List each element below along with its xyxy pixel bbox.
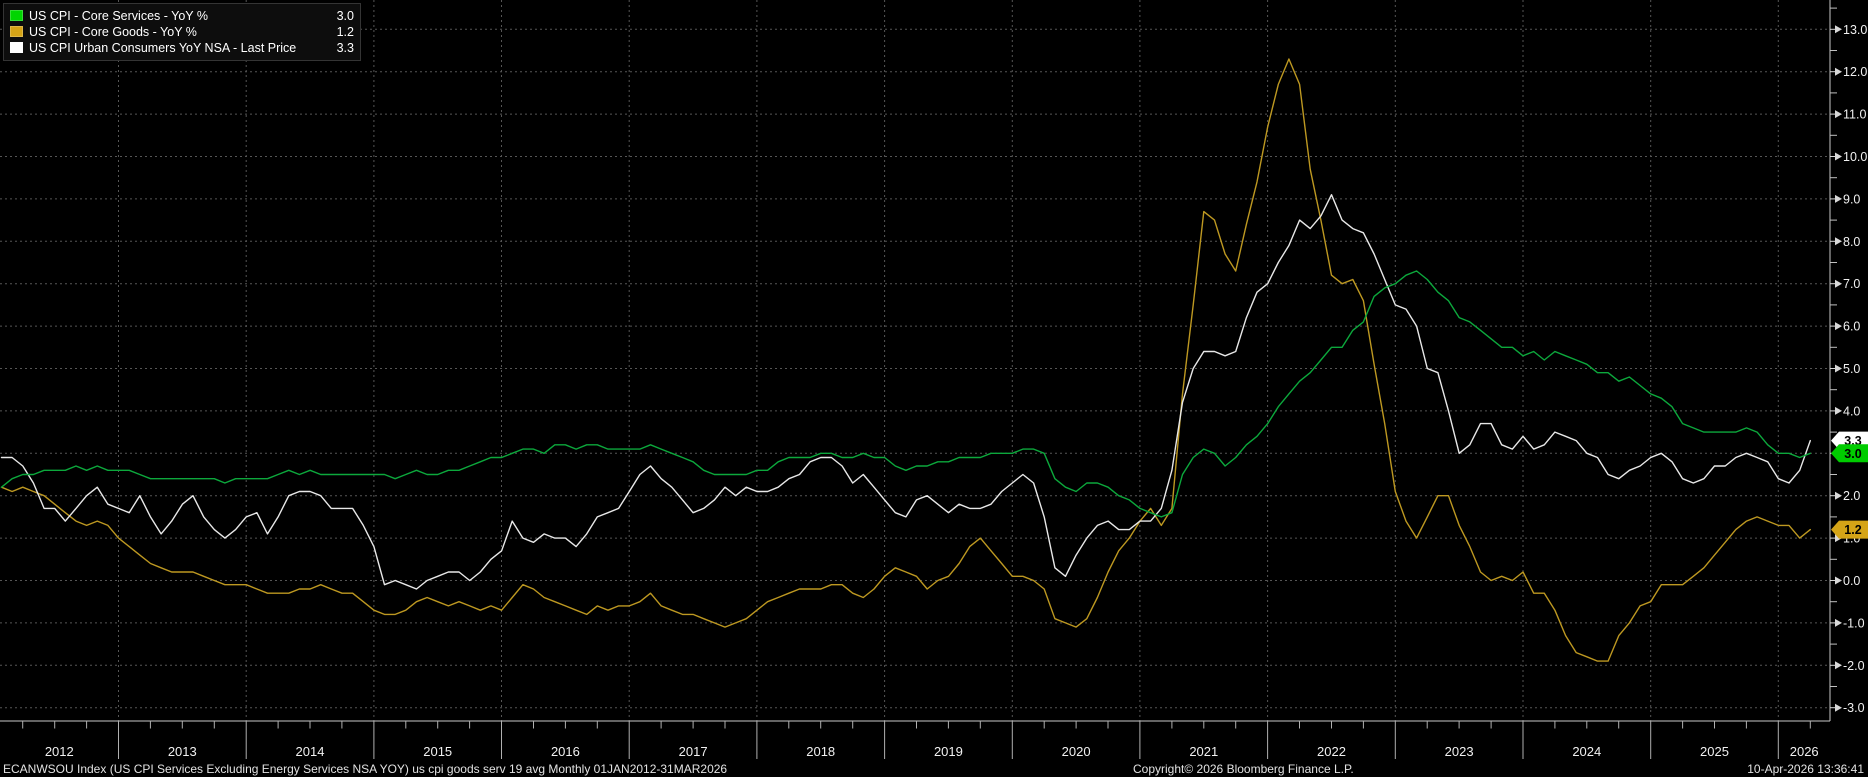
- chart-background: [0, 0, 1868, 777]
- x-tick-label: 2025: [1700, 744, 1729, 759]
- y-tick-label: 12.0: [1843, 65, 1867, 79]
- urban-consumers-swatch-icon: [10, 42, 23, 53]
- x-tick-label: 2016: [551, 744, 580, 759]
- y-tick-label: 6.0: [1843, 320, 1860, 334]
- core-services-swatch-icon: [10, 10, 23, 21]
- status-bar: ECANWSOU Index (US CPI Services Excludin…: [0, 761, 1868, 777]
- x-tick-label: 2018: [806, 744, 835, 759]
- y-tick-label: 11.0: [1843, 108, 1866, 122]
- legend-value: 1.2: [320, 25, 354, 39]
- legend-label: US CPI - Core Services - YoY %: [29, 9, 320, 23]
- legend-item-urban-consumers[interactable]: US CPI Urban Consumers YoY NSA - Last Pr…: [10, 40, 354, 55]
- x-tick-label: 2017: [679, 744, 708, 759]
- y-tick-label: 2.0: [1843, 489, 1860, 503]
- legend-item-core-goods[interactable]: US CPI - Core Goods - YoY % 1.2: [10, 24, 354, 39]
- x-tick-label: 2012: [45, 744, 74, 759]
- legend-value: 3.3: [320, 41, 354, 55]
- y-tick-label: -1.0: [1843, 616, 1865, 630]
- legend-value: 3.0: [320, 9, 354, 23]
- y-tick-label: 9.0: [1843, 192, 1860, 206]
- x-tick-label: 2020: [1062, 744, 1091, 759]
- y-tick-label: 7.0: [1843, 277, 1860, 291]
- y-tick-label: 10.0: [1843, 150, 1867, 164]
- legend-label: US CPI Urban Consumers YoY NSA - Last Pr…: [29, 41, 320, 55]
- cpi-line-chart[interactable]: 2012 2013 2014 2015 2016 2017 2018 2019 2020 2021…: [0, 0, 1868, 777]
- y-tick-label: -2.0: [1843, 659, 1865, 673]
- y-tick-label: 5.0: [1843, 362, 1860, 376]
- x-tick-label: 2021: [1189, 744, 1218, 759]
- x-tick-label: 2024: [1572, 744, 1601, 759]
- core-goods-swatch-icon: [10, 26, 23, 37]
- x-tick-label: 2022: [1317, 744, 1346, 759]
- svg-text:1.2: 1.2: [1844, 523, 1861, 537]
- y-tick-label: 4.0: [1843, 404, 1860, 418]
- x-tick-label: 2023: [1445, 744, 1474, 759]
- x-tick-label: 2015: [423, 744, 452, 759]
- svg-text:3.0: 3.0: [1844, 447, 1861, 461]
- y-tick-label: 8.0: [1843, 235, 1860, 249]
- x-tick-label: 2013: [168, 744, 197, 759]
- y-tick-label: -3.0: [1843, 701, 1865, 715]
- legend-item-core-services[interactable]: US CPI - Core Services - YoY % 3.0: [10, 8, 354, 23]
- ticker-description: ECANWSOU Index (US CPI Services Excludin…: [3, 762, 727, 776]
- timestamp: 10-Apr-2026 13:36:41: [1747, 762, 1864, 776]
- copyright-notice: Copyright© 2026 Bloomberg Finance L.P.: [1133, 762, 1354, 776]
- x-tick-label: 2019: [934, 744, 963, 759]
- y-tick-label: 0.0: [1843, 574, 1860, 588]
- x-tick-label: 2026: [1790, 744, 1819, 759]
- y-tick-label: 13.0: [1843, 23, 1867, 37]
- x-tick-label: 2014: [296, 744, 325, 759]
- legend-label: US CPI - Core Goods - YoY %: [29, 25, 320, 39]
- bloomberg-chart-window: 2012 2013 2014 2015 2016 2017 2018 2019 2020 2021…: [0, 0, 1868, 777]
- legend: US CPI - Core Services - YoY % 3.0 US CP…: [3, 3, 361, 61]
